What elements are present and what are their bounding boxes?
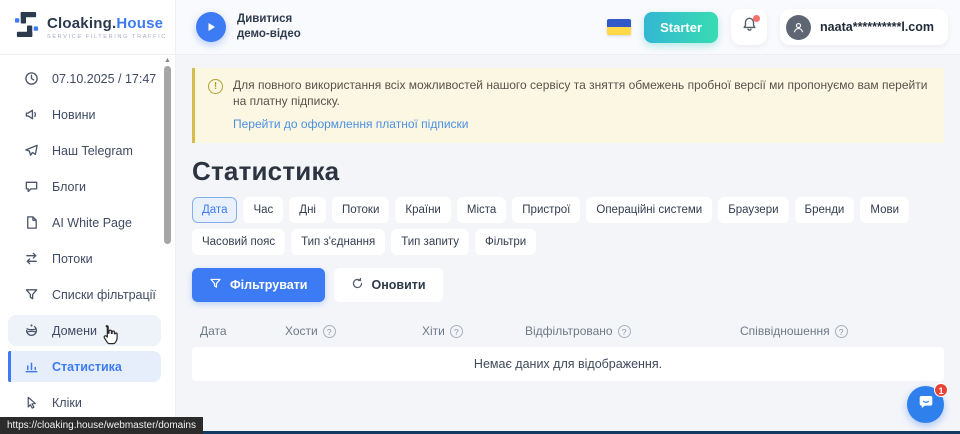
top-header: Дивитися демо-відео Starter naata*******… bbox=[176, 0, 960, 55]
tab-devices[interactable]: Пристрої bbox=[512, 197, 580, 223]
language-flag-ukraine[interactable] bbox=[607, 19, 631, 35]
chat-widget-button[interactable]: 1 bbox=[907, 386, 944, 423]
statistics-table: Дата Хости? Хіти? Відфільтровано? Співві… bbox=[192, 315, 944, 381]
funnel-icon bbox=[23, 287, 39, 303]
column-header-hosts: Хости? bbox=[285, 324, 422, 338]
brand-name: Cloaking.House bbox=[47, 15, 167, 32]
column-header-ratio: Співвідношення? bbox=[740, 324, 936, 338]
sidebar-item-news[interactable]: Новини bbox=[8, 99, 161, 130]
filter-button[interactable]: Фільтрувати bbox=[192, 268, 325, 302]
help-icon[interactable]: ? bbox=[323, 325, 336, 338]
user-email: naata**********l.com bbox=[820, 20, 934, 34]
sidebar-item-blogs[interactable]: Блоги bbox=[8, 171, 161, 202]
refresh-icon bbox=[351, 277, 364, 293]
scrollbar-up-arrow[interactable]: ▲ bbox=[162, 56, 173, 65]
watch-demo-button[interactable]: Дивитися демо-відео bbox=[196, 12, 301, 42]
avatar-icon bbox=[786, 15, 811, 40]
tab-days[interactable]: Дні bbox=[289, 197, 326, 223]
demo-label-line1: Дивитися bbox=[237, 12, 301, 27]
link-status-bar: https://cloaking.house/webmaster/domains bbox=[0, 417, 203, 434]
subscribe-link[interactable]: Перейти до оформлення платної підписки bbox=[233, 117, 469, 131]
play-icon bbox=[196, 12, 226, 42]
tab-date[interactable]: Дата bbox=[192, 197, 237, 223]
tab-streams[interactable]: Потоки bbox=[332, 197, 389, 223]
stat-tabs: Дата Час Дні Потоки Країни Міста Пристро… bbox=[192, 197, 932, 255]
notifications-button[interactable] bbox=[731, 9, 767, 45]
sidebar: Cloaking.House SERVICE FILTERING TRAFFIC… bbox=[0, 0, 176, 434]
streams-icon bbox=[23, 251, 39, 267]
tab-request-type[interactable]: Тип запиту bbox=[391, 229, 469, 255]
sidebar-nav: 07.10.2025 / 17:47 Новини Наш Telegram Б… bbox=[0, 55, 175, 418]
tab-operating-systems[interactable]: Операційні системи bbox=[586, 197, 712, 223]
chat-bubble-icon bbox=[917, 393, 935, 416]
tab-cities[interactable]: Міста bbox=[457, 197, 506, 223]
column-header-date: Дата bbox=[200, 324, 285, 338]
scrollbar-thumb[interactable] bbox=[164, 66, 171, 244]
cursor-icon bbox=[23, 395, 39, 411]
bar-chart-icon bbox=[23, 359, 39, 375]
warning-icon: ! bbox=[208, 79, 223, 94]
table-header-row: Дата Хости? Хіти? Відфільтровано? Співві… bbox=[192, 315, 944, 347]
sidebar-scrollbar: ▲ ▼ bbox=[162, 56, 173, 432]
banner-message: Для повного використання всіх можливосте… bbox=[233, 78, 928, 109]
demo-label-line2: демо-відео bbox=[237, 27, 301, 42]
sidebar-item-ai-white-page[interactable]: AI White Page bbox=[8, 207, 161, 238]
notification-dot bbox=[753, 15, 760, 22]
chat-bubble-icon bbox=[23, 179, 39, 195]
logo[interactable]: Cloaking.House SERVICE FILTERING TRAFFIC bbox=[0, 0, 175, 55]
logo-mark-icon bbox=[14, 10, 39, 44]
megaphone-icon bbox=[23, 107, 39, 123]
column-header-filtered: Відфільтровано? bbox=[525, 324, 740, 338]
tab-brands[interactable]: Бренди bbox=[795, 197, 855, 223]
user-account-button[interactable]: naata**********l.com bbox=[780, 9, 948, 45]
page-title: Статистика bbox=[192, 156, 944, 187]
globe-icon bbox=[23, 323, 39, 339]
tab-countries[interactable]: Країни bbox=[395, 197, 450, 223]
telegram-icon bbox=[23, 143, 39, 159]
tab-languages[interactable]: Мови bbox=[860, 197, 909, 223]
column-header-hits: Хіти? bbox=[422, 324, 525, 338]
trial-warning-banner: ! Для повного використання всіх можливос… bbox=[192, 68, 944, 143]
empty-state-message: Немає даних для відображення. bbox=[474, 357, 662, 371]
tab-timezone[interactable]: Часовий пояс bbox=[192, 229, 285, 255]
sidebar-item-clicks[interactable]: Кліки bbox=[8, 387, 161, 418]
tab-filters[interactable]: Фільтри bbox=[475, 229, 536, 255]
sidebar-item-filter-lists[interactable]: Списки фільтрації bbox=[8, 279, 161, 310]
main-content: ! Для повного використання всіх можливос… bbox=[176, 55, 960, 434]
empty-state-row: Немає даних для відображення. bbox=[192, 347, 944, 381]
sidebar-item-domains[interactable]: Домени bbox=[8, 315, 161, 346]
help-icon[interactable]: ? bbox=[618, 325, 631, 338]
sidebar-item-telegram[interactable]: Наш Telegram bbox=[8, 135, 161, 166]
sidebar-item-datetime[interactable]: 07.10.2025 / 17:47 bbox=[8, 63, 161, 94]
tab-time[interactable]: Час bbox=[243, 197, 283, 223]
tab-connection-type[interactable]: Тип з'єднання bbox=[291, 229, 385, 255]
funnel-icon bbox=[209, 277, 222, 293]
tab-browsers[interactable]: Браузери bbox=[718, 197, 788, 223]
help-icon[interactable]: ? bbox=[450, 325, 463, 338]
brand-tagline: SERVICE FILTERING TRAFFIC bbox=[47, 34, 167, 40]
sidebar-item-statistics[interactable]: Статистика bbox=[8, 351, 161, 382]
page-icon bbox=[23, 215, 39, 231]
refresh-button[interactable]: Оновити bbox=[334, 268, 443, 302]
clock-icon bbox=[23, 71, 39, 87]
chat-badge: 1 bbox=[934, 383, 948, 397]
sidebar-item-streams[interactable]: Потоки bbox=[8, 243, 161, 274]
help-icon[interactable]: ? bbox=[835, 325, 848, 338]
plan-button[interactable]: Starter bbox=[644, 12, 718, 43]
